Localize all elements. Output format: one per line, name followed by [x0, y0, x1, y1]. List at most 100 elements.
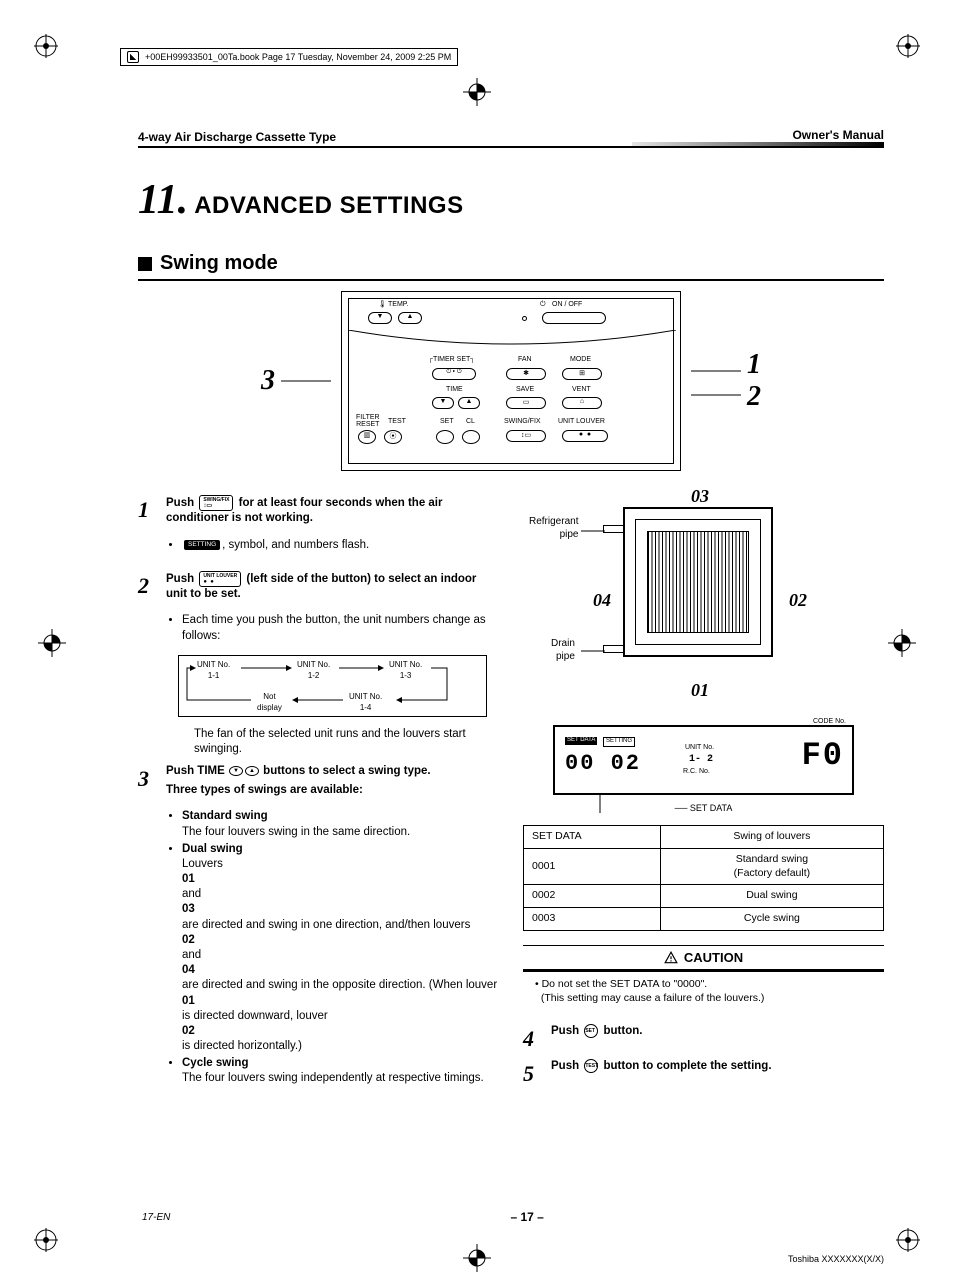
unit-no-value: 1- 2: [689, 753, 713, 766]
drain-pipe-label: Drain pipe: [551, 637, 575, 663]
unit-louver-button-icon: UNIT LOUVER● ●: [199, 571, 241, 587]
step-1: 1 Push SWING/FIX↕▭ for at least four sec…: [138, 495, 499, 565]
setting-tag-icon: SETTING: [184, 540, 220, 551]
louver-02: 02: [789, 589, 807, 613]
right-column: 03 04 02 01 Refrigerant pipe Drain pipe: [523, 489, 884, 1098]
cl-label: CL: [466, 418, 475, 425]
down-button-icon: ▼: [229, 766, 243, 776]
step2-after-text: The fan of the selected unit runs and th…: [166, 727, 499, 757]
step-number: 4: [523, 1024, 541, 1053]
mode-label: MODE: [570, 356, 591, 363]
step-4: 4 Push SET button.: [523, 1024, 884, 1053]
step1-bullet: SETTING, symbol, and numbers flash.: [182, 538, 499, 553]
page-number: – 17 –: [510, 1210, 543, 1224]
cassette-outline: [623, 507, 773, 657]
reg-mark: [463, 1244, 491, 1272]
filter-reset-label: FILTER RESET: [356, 414, 380, 428]
unit-no-label: UNIT No.: [685, 743, 714, 752]
header-left: 4-way Air Discharge Cassette Type: [138, 130, 336, 144]
cassette-diagram: 03 04 02 01 Refrigerant pipe Drain pipe: [523, 489, 884, 719]
page: +00EH99933501_00Ta.book Page 17 Tuesday,…: [0, 0, 954, 1286]
louver-04: 04: [593, 589, 611, 613]
set-label: SET: [440, 418, 454, 425]
time-label: TIME: [446, 386, 463, 393]
header-right: Owner's Manual: [792, 128, 884, 144]
reg-mark: [38, 629, 66, 657]
dual-swing-item: Dual swing Louvers 01 and 03 are directe…: [182, 842, 499, 1054]
table-row: 0003 Cycle swing: [524, 908, 884, 931]
caution-line1: Do not set the SET DATA to "0000".: [542, 978, 708, 990]
setting-tag: SETTING: [603, 737, 635, 747]
section-heading: Swing mode: [138, 252, 884, 281]
reg-mark: [34, 34, 58, 58]
step-number: 5: [523, 1059, 541, 1088]
warning-icon: [664, 951, 678, 965]
step-5: 5 Push TEST button to complete the setti…: [523, 1059, 884, 1088]
callout-1: 1: [747, 349, 761, 381]
table-header: SET DATA: [524, 825, 661, 848]
reg-mark: [888, 629, 916, 657]
chapter-number: 11.: [138, 176, 188, 224]
temp-label: TEMP.: [388, 301, 409, 308]
caution-box: CAUTION • Do not set the SET DATA to "00…: [523, 945, 884, 1006]
swing-types-heading: Three types of swings are available:: [166, 784, 363, 796]
footer: 17-EN – 17 –: [138, 1210, 884, 1224]
step-number: 1: [138, 495, 156, 565]
onoff-label: ON / OFF: [552, 301, 582, 308]
code-no-value: F0: [802, 735, 844, 777]
running-header: 4-way Air Discharge Cassette Type Owner'…: [138, 128, 884, 148]
chapter-heading: 11. ADVANCED SETTINGS: [138, 176, 884, 224]
rc-no-label: R.C. No.: [683, 767, 710, 776]
step-number: 3: [138, 764, 156, 1098]
code-no-label: CODE No.: [813, 717, 846, 726]
square-bullet-icon: [138, 257, 152, 271]
lcd-figure: CODE No. SET DATA SETTING 00 02 UNIT No.…: [523, 725, 884, 815]
fan-label: FAN: [518, 356, 532, 363]
table-header: Swing of louvers: [660, 825, 883, 848]
unit-louver-label: UNIT LOUVER: [558, 418, 605, 425]
reg-mark: [34, 1228, 58, 1252]
callout-3: 3: [261, 365, 275, 397]
vent-label: VENT: [572, 386, 591, 393]
swing-fix-button-icon: SWING/FIX↕▭: [199, 495, 233, 511]
callout-2: 2: [747, 381, 761, 413]
louver-01: 01: [691, 679, 709, 703]
unit-cycle-diagram: UNIT No. 1-1 UNIT No. 1-2 UNIT No. 1-3 U…: [178, 655, 487, 717]
save-label: SAVE: [516, 386, 534, 393]
panel-curve: [348, 330, 676, 350]
leader-line: [281, 380, 331, 382]
footer-left: 17-EN: [138, 1212, 170, 1223]
cycle-swing-item: Cycle swing The four louvers swing indep…: [182, 1056, 499, 1086]
pipe-stub: [603, 525, 625, 533]
swing-fix-label: SWING/FIX: [504, 418, 541, 425]
step-3: 3 Push TIME ▼▲ buttons to select a swing…: [138, 764, 499, 1098]
standard-swing-item: Standard swing The four louvers swing in…: [182, 809, 499, 839]
file-tag: +00EH99933501_00Ta.book Page 17 Tuesday,…: [120, 48, 458, 66]
set-data-table: SET DATA Swing of louvers 0001 Standard …: [523, 825, 884, 931]
louver-03: 03: [691, 485, 709, 509]
up-button-icon: ▲: [245, 766, 259, 776]
refrigerant-pipe-label: Refrigerant pipe: [529, 515, 578, 541]
remote-controller: 🌡 TEMP. ▼ ▲ ⏻ ON / OFF ┌TIMER SET┐ ⏻ ▸ ⏻…: [341, 291, 681, 471]
set-data-value: 00 02: [565, 749, 641, 778]
chapter-title: ADVANCED SETTINGS: [194, 192, 463, 220]
caution-line2: (This setting may cause a failure of the…: [541, 992, 765, 1004]
remote-figure: 3 🌡 TEMP. ▼ ▲ ⏻ ON / OFF ┌TIMER SET┐ ⏻ ▸…: [138, 291, 884, 471]
section-title: Swing mode: [160, 252, 278, 275]
caution-title: CAUTION: [684, 949, 743, 966]
grille-icon: [647, 531, 749, 633]
table-row: 0002 Dual swing: [524, 885, 884, 908]
footer-right: Toshiba XXXXXXX(X/X): [788, 1254, 884, 1264]
content-area: 4-way Air Discharge Cassette Type Owner'…: [138, 128, 884, 1246]
reg-mark: [896, 34, 920, 58]
test-label: TEST: [388, 418, 406, 425]
step-number: 2: [138, 571, 156, 758]
step2-bullet: Each time you push the button, the unit …: [182, 613, 499, 643]
test-button-icon: TEST: [584, 1059, 598, 1073]
timer-set-label: ┌TIMER SET┐: [428, 356, 475, 363]
left-column: 1 Push SWING/FIX↕▭ for at least four sec…: [138, 489, 499, 1098]
set-button-icon: SET: [584, 1024, 598, 1038]
step-2: 2 Push UNIT LOUVER● ● (left side of the …: [138, 571, 499, 758]
table-row: 0001 Standard swing (Factory default): [524, 848, 884, 885]
reg-mark: [463, 78, 491, 106]
